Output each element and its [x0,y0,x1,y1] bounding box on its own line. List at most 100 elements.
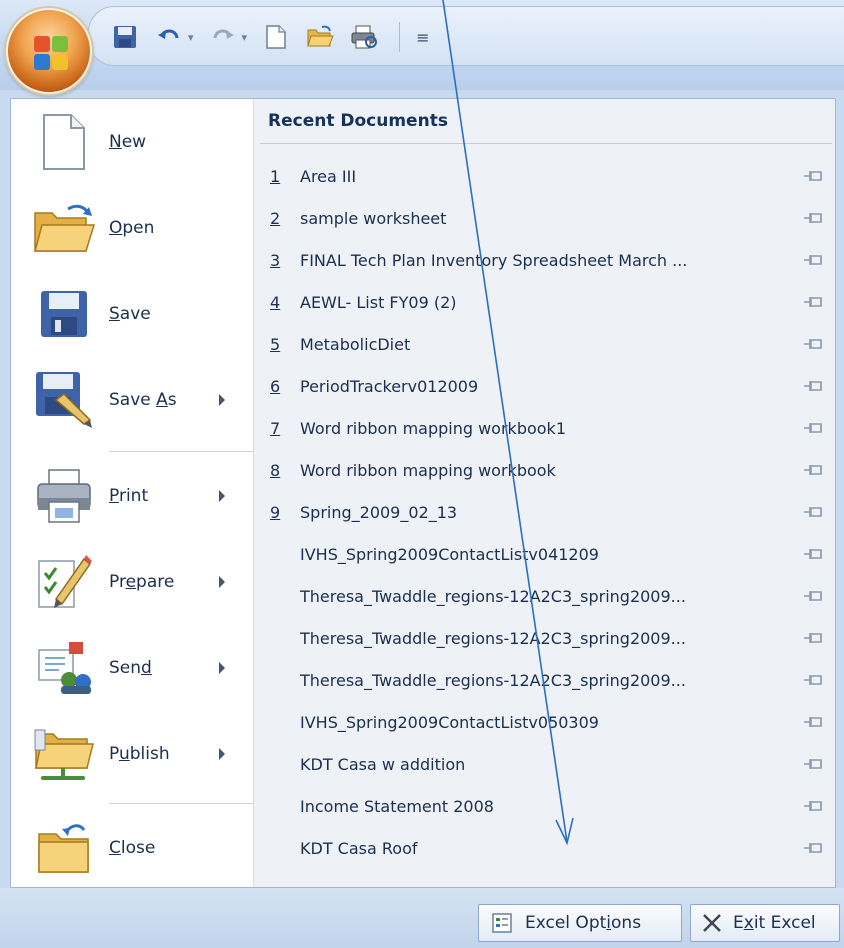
recent-document-name: Theresa_Twaddle_regions-12A2C3_spring200… [300,628,686,648]
submenu-arrow-icon [219,576,225,588]
pin-icon[interactable] [802,294,824,310]
qat-open-button[interactable] [305,22,335,52]
pin-icon[interactable] [802,630,824,646]
prepare-icon [31,549,97,615]
menu-item-label: Open [109,218,155,238]
menu-separator [109,451,253,452]
recent-documents-header: Recent Documents [268,111,448,131]
pin-icon[interactable] [802,336,824,352]
options-icon [492,913,512,933]
recent-document-item[interactable]: 3 FINAL Tech Plan Inventory Spreadsheet M… [260,241,834,279]
recent-document-item[interactable]: KDT Casa w addition [260,745,834,783]
undo-dropdown-icon[interactable]: ▾ [188,31,194,44]
menu-item-close[interactable]: Close [11,805,253,891]
pin-icon[interactable] [802,504,824,520]
office-menu-content: New Open Save Save As Print Prepare Send… [10,98,836,888]
exit-excel-label: Exit Excel [733,913,816,933]
recent-document-number: 6 [270,376,281,396]
recent-document-name: KDT Casa w addition [300,754,466,774]
pin-icon[interactable] [802,714,824,730]
recent-document-number: 3 [270,250,281,270]
new-document-icon [31,109,97,175]
pin-icon[interactable] [802,210,824,226]
pin-icon[interactable] [802,588,824,604]
qat-print-preview-button[interactable] [349,22,379,52]
menu-item-save-as[interactable]: Save As [11,357,253,443]
recent-document-name: Word ribbon mapping workbook1 [300,418,566,438]
recent-document-number: 4 [270,292,281,312]
recent-document-item[interactable]: IVHS_Spring2009ContactListv050309 [260,703,834,741]
undo-icon [158,29,179,39]
exit-excel-button[interactable]: Exit Excel [690,904,840,942]
customize-qat-icon[interactable]: ≡ [416,28,429,47]
recent-document-item[interactable]: Income Statement 2008 [260,787,834,825]
menu-item-new[interactable]: New [11,99,253,185]
recent-documents-pane: Recent Documents 1 Area III 2 sample worksh… [253,99,835,887]
redo-icon [213,29,234,39]
recent-document-number: 8 [270,460,281,480]
send-icon [31,635,97,701]
close-folder-icon [31,815,97,881]
recent-document-item[interactable]: 4 AEWL- List FY09 (2) [260,283,834,321]
recent-document-number: 5 [270,334,281,354]
pin-icon[interactable] [802,546,824,562]
qat-redo-button[interactable] [208,22,238,52]
menu-item-label: Send [109,658,152,678]
recent-document-name: Income Statement 2008 [300,796,494,816]
exit-icon [703,914,721,932]
menu-item-label: New [109,132,147,152]
recent-document-name: IVHS_Spring2009ContactListv050309 [300,712,599,732]
publish-icon [31,721,97,787]
open-folder-icon [31,195,97,261]
pin-icon[interactable] [802,462,824,478]
recent-document-name: PeriodTrackerv012009 [300,376,479,396]
menu-item-publish[interactable]: Publish [11,711,253,797]
recent-document-name: Word ribbon mapping workbook [300,460,556,480]
pin-icon[interactable] [802,672,824,688]
recent-document-name: FINAL Tech Plan Inventory Spreadsheet Ma… [300,250,688,270]
excel-options-button[interactable]: Excel Options [478,904,682,942]
menu-item-print[interactable]: Print [11,453,253,539]
recent-document-number: 7 [270,418,281,438]
recent-document-item[interactable]: 7 Word ribbon mapping workbook1 [260,409,834,447]
pin-icon[interactable] [802,756,824,772]
recent-document-item[interactable]: Theresa_Twaddle_regions-12A2C3_spring200… [260,577,834,615]
menu-item-open[interactable]: Open [11,185,253,271]
recent-document-item[interactable]: Theresa_Twaddle_regions-12A2C3_spring200… [260,619,834,657]
recent-document-item[interactable]: 1 Area III [260,157,834,195]
excel-options-label: Excel Options [525,913,642,933]
menu-item-save[interactable]: Save [11,271,253,357]
pin-icon[interactable] [802,420,824,436]
menu-item-label: Prepare [109,572,175,592]
pin-icon[interactable] [802,840,824,856]
pin-icon[interactable] [802,168,824,184]
recent-document-name: sample worksheet [300,208,447,228]
qat-new-button[interactable] [261,22,291,52]
recent-document-item[interactable]: 2 sample worksheet [260,199,834,237]
qat-save-button[interactable] [110,22,140,52]
recent-document-item[interactable]: IVHS_Spring2009ContactListv041209 [260,535,834,573]
pin-icon[interactable] [802,252,824,268]
redo-dropdown-icon[interactable]: ▾ [242,31,248,44]
recent-document-item[interactable]: Theresa_Twaddle_regions-12A2C3_spring200… [260,661,834,699]
pin-icon[interactable] [802,378,824,394]
recent-document-item[interactable]: KDT Casa Roof [260,829,834,867]
qat-undo-button[interactable] [154,22,184,52]
menu-item-send[interactable]: Send [11,625,253,711]
recent-document-item[interactable]: 9 Spring_2009_02_13 [260,493,834,531]
recent-document-item[interactable]: 6 PeriodTrackerv012009 [260,367,834,405]
save-as-icon [31,367,97,433]
save-icon [114,26,136,48]
recent-document-item[interactable]: 8 Word ribbon mapping workbook [260,451,834,489]
new-icon [266,25,286,49]
office-button[interactable] [6,8,92,94]
menu-item-prepare[interactable]: Prepare [11,539,253,625]
commands-pane: New Open Save Save As Print Prepare Send… [11,99,253,887]
print-icon [31,463,97,529]
recent-document-name: KDT Casa Roof [300,838,418,858]
submenu-arrow-icon [219,394,225,406]
recent-document-item[interactable]: 5 MetabolicDiet [260,325,834,363]
recent-document-name: Spring_2009_02_13 [300,502,458,522]
recent-document-number: 9 [270,502,281,522]
pin-icon[interactable] [802,798,824,814]
